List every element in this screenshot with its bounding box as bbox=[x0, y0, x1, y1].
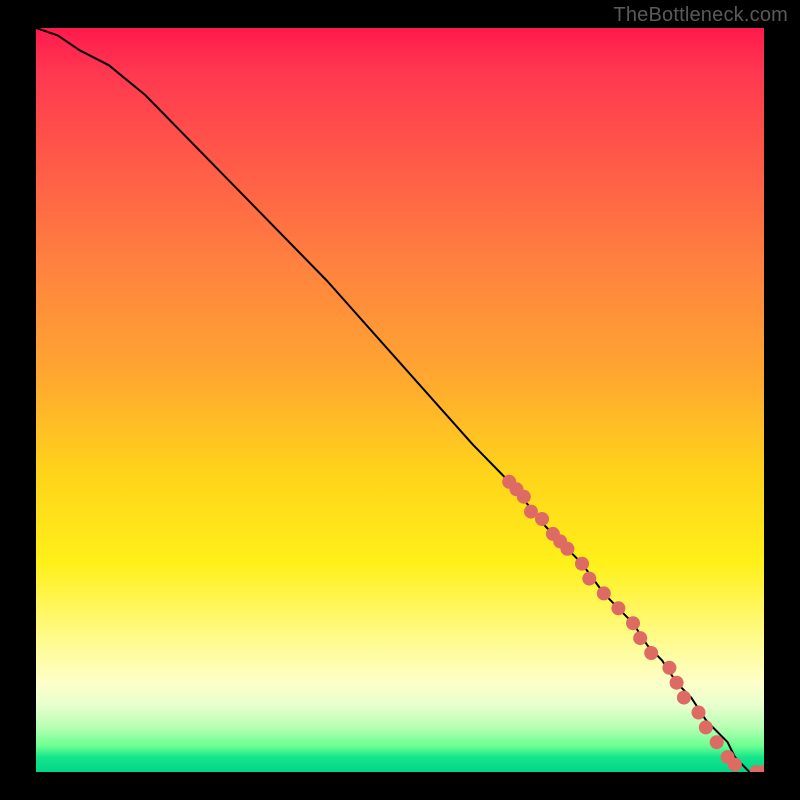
chart-frame: TheBottleneck.com bbox=[0, 0, 800, 800]
bottleneck-curve bbox=[36, 28, 764, 772]
marker-point bbox=[662, 661, 676, 675]
marker-point bbox=[633, 631, 647, 645]
marker-point bbox=[670, 676, 684, 690]
plot-area bbox=[36, 28, 764, 772]
marker-point bbox=[710, 735, 724, 749]
marker-point bbox=[517, 490, 531, 504]
marker-point bbox=[582, 572, 596, 586]
marker-point bbox=[535, 512, 549, 526]
chart-svg bbox=[36, 28, 764, 772]
highlighted-points bbox=[502, 475, 764, 772]
marker-point bbox=[692, 706, 706, 720]
marker-point bbox=[677, 691, 691, 705]
marker-point bbox=[699, 720, 713, 734]
marker-point bbox=[626, 616, 640, 630]
marker-point bbox=[597, 586, 611, 600]
marker-point bbox=[560, 542, 574, 556]
marker-point bbox=[644, 646, 658, 660]
marker-point bbox=[575, 557, 589, 571]
marker-point bbox=[611, 601, 625, 615]
marker-point bbox=[728, 758, 742, 772]
watermark-label: TheBottleneck.com bbox=[613, 4, 788, 27]
